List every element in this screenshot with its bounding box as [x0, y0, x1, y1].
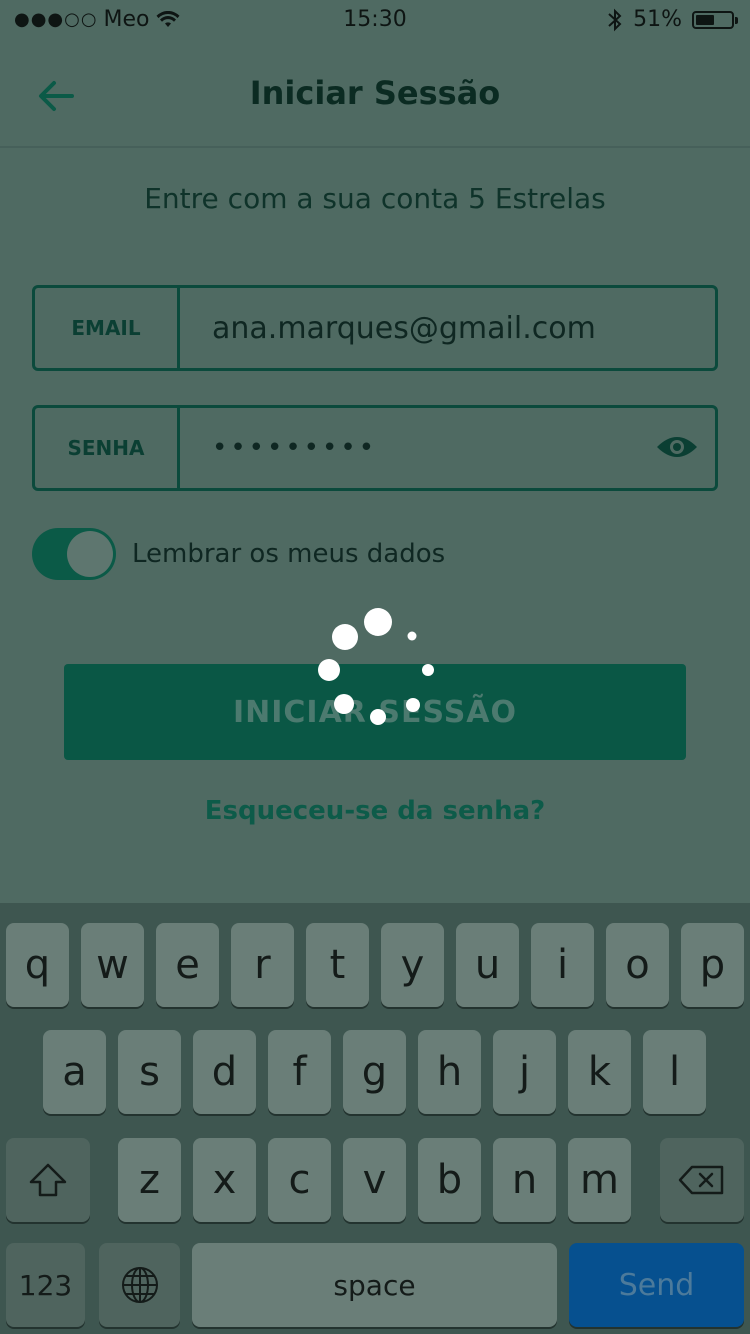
backspace-icon	[678, 1165, 724, 1195]
email-input[interactable]: ana.marques@gmail.com	[180, 288, 715, 368]
delete-key[interactable]	[660, 1138, 744, 1222]
loading-spinner-icon	[318, 608, 434, 725]
key-u[interactable]: u	[456, 923, 519, 1007]
key-c[interactable]: c	[268, 1138, 331, 1222]
forgot-password-link[interactable]: Esqueceu-se da senha?	[0, 796, 750, 826]
shift-icon	[29, 1163, 67, 1197]
key-m[interactable]: m	[568, 1138, 631, 1222]
status-bar: ●●●○○ Meo 15:30 51%	[0, 0, 750, 40]
password-input[interactable]: •••••••••	[180, 408, 715, 488]
shift-key[interactable]	[6, 1138, 90, 1222]
key-w[interactable]: w	[81, 923, 144, 1007]
key-l[interactable]: l	[643, 1030, 706, 1114]
send-key[interactable]: Send	[569, 1243, 744, 1327]
key-p[interactable]: p	[681, 923, 744, 1007]
key-j[interactable]: j	[493, 1030, 556, 1114]
remember-toggle[interactable]	[32, 528, 116, 580]
key-z[interactable]: z	[118, 1138, 181, 1222]
password-label: SENHA	[35, 408, 180, 488]
eye-icon[interactable]	[655, 432, 699, 462]
key-t[interactable]: t	[306, 923, 369, 1007]
key-v[interactable]: v	[343, 1138, 406, 1222]
key-d[interactable]: d	[193, 1030, 256, 1114]
bluetooth-icon	[608, 8, 622, 31]
keyboard: q w e r t y u i o p a s d f g h j k l z …	[0, 903, 750, 1334]
numbers-key[interactable]: 123	[6, 1243, 85, 1327]
key-h[interactable]: h	[418, 1030, 481, 1114]
battery-percent: 51%	[633, 7, 682, 32]
globe-icon	[121, 1267, 158, 1303]
key-n[interactable]: n	[493, 1138, 556, 1222]
key-o[interactable]: o	[606, 923, 669, 1007]
key-k[interactable]: k	[568, 1030, 631, 1114]
toggle-knob	[67, 531, 113, 577]
key-e[interactable]: e	[156, 923, 219, 1007]
key-x[interactable]: x	[193, 1138, 256, 1222]
key-r[interactable]: r	[231, 923, 294, 1007]
email-field[interactable]: EMAIL ana.marques@gmail.com	[32, 285, 718, 371]
page-title: Iniciar Sessão	[249, 74, 501, 112]
email-label: EMAIL	[35, 288, 180, 368]
globe-key[interactable]	[99, 1243, 180, 1327]
navigation-bar: Iniciar Sessão	[0, 40, 750, 148]
key-f[interactable]: f	[268, 1030, 331, 1114]
password-field[interactable]: SENHA •••••••••	[32, 405, 718, 491]
key-b[interactable]: b	[418, 1138, 481, 1222]
login-subtitle: Entre com a sua conta 5 Estrelas	[144, 182, 606, 215]
key-i[interactable]: i	[531, 923, 594, 1007]
battery-icon	[692, 10, 738, 29]
key-q[interactable]: q	[6, 923, 69, 1007]
key-s[interactable]: s	[118, 1030, 181, 1114]
key-g[interactable]: g	[343, 1030, 406, 1114]
remember-label: Lembrar os meus dados	[132, 539, 446, 569]
key-a[interactable]: a	[43, 1030, 106, 1114]
space-key[interactable]: space	[192, 1243, 557, 1327]
key-y[interactable]: y	[381, 923, 444, 1007]
